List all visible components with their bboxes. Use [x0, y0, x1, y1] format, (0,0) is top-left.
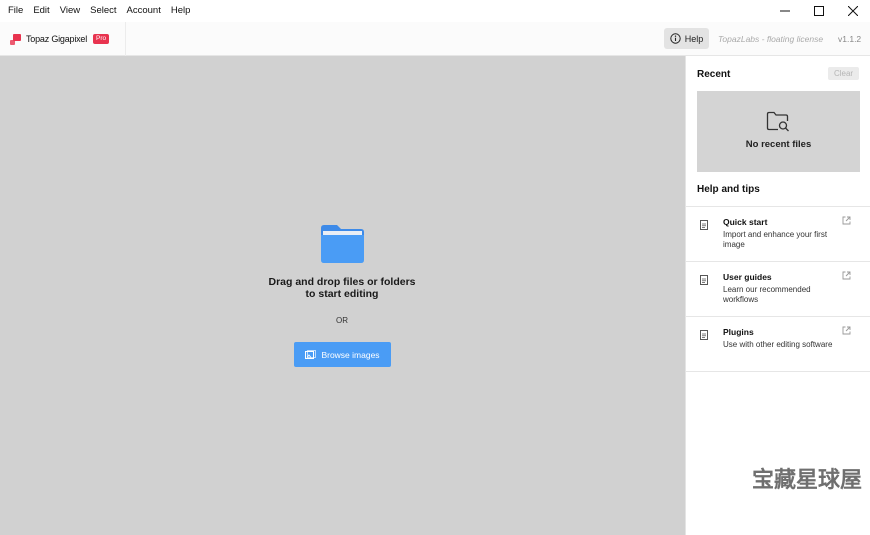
license-text: TopazLabs - floating license	[718, 34, 824, 44]
drop-instructions: Drag and drop files or folders to start …	[242, 276, 442, 300]
external-link-icon	[842, 271, 851, 280]
tip-plugins[interactable]: Plugins Use with other editing software	[686, 317, 870, 372]
clear-button[interactable]: Clear	[828, 67, 859, 80]
maximize-button[interactable]	[802, 0, 836, 22]
tip-quick-start[interactable]: Quick start Import and enhance your firs…	[686, 207, 870, 262]
close-button[interactable]	[836, 0, 870, 22]
folder-search-icon	[766, 111, 789, 132]
help-tips-title: Help and tips	[697, 184, 760, 195]
tip-user-guides[interactable]: User guides Learn our recommended workfl…	[686, 262, 870, 317]
menu-edit[interactable]: Edit	[28, 0, 54, 22]
folder-icon	[321, 225, 364, 263]
external-link-icon	[842, 216, 851, 225]
menu-view[interactable]: View	[55, 0, 85, 22]
menu-bar: File Edit View Select Account Help	[0, 0, 870, 22]
help-tips-list: Quick start Import and enhance your firs…	[686, 206, 870, 372]
brand: Topaz Gigapixel Pro	[0, 22, 126, 56]
topaz-logo-icon	[10, 33, 21, 45]
menu-select[interactable]: Select	[85, 0, 121, 22]
drop-text-line1: Drag and drop files or folders	[268, 276, 416, 288]
tip-description: Use with other editing software	[723, 340, 833, 349]
tip-description: Learn our recommended workflows	[723, 285, 811, 304]
drop-text-line2: to start editing	[305, 288, 379, 300]
document-icon	[700, 330, 708, 340]
help-button-label: Help	[684, 33, 704, 44]
image-icon	[305, 349, 317, 359]
minimize-button[interactable]	[768, 0, 802, 22]
app-name: Topaz Gigapixel	[26, 34, 88, 44]
info-icon	[670, 33, 681, 44]
document-icon	[700, 220, 708, 230]
no-recent-files-text: No recent files	[745, 139, 812, 150]
drop-zone[interactable]: Drag and drop files or folders to start …	[0, 56, 685, 535]
tip-title: Plugins	[723, 327, 754, 337]
version-text: v1.1.2	[838, 34, 862, 44]
recent-title: Recent	[697, 69, 731, 80]
browse-images-label: Browse images	[321, 349, 380, 360]
external-link-icon	[842, 326, 851, 335]
or-separator: OR	[336, 316, 348, 325]
menu-account[interactable]: Account	[122, 0, 166, 22]
help-button[interactable]: Help	[664, 28, 709, 49]
tip-title: User guides	[723, 272, 772, 282]
window-controls	[768, 0, 870, 22]
minimize-icon	[780, 10, 790, 12]
menu-help[interactable]: Help	[166, 0, 196, 22]
watermark: 宝藏星球屋	[752, 467, 863, 492]
document-icon	[700, 275, 708, 285]
app-header: Topaz Gigapixel Pro Help TopazLabs - flo…	[0, 22, 870, 56]
close-icon	[848, 6, 858, 16]
maximize-icon	[814, 6, 824, 16]
menu-file[interactable]: File	[0, 0, 28, 22]
tip-title: Quick start	[723, 217, 768, 227]
browse-images-button[interactable]: Browse images	[294, 342, 391, 367]
pro-badge: Pro	[93, 34, 110, 44]
tip-description: Import and enhance your first image	[723, 230, 828, 249]
recent-files-panel: No recent files	[697, 91, 860, 172]
